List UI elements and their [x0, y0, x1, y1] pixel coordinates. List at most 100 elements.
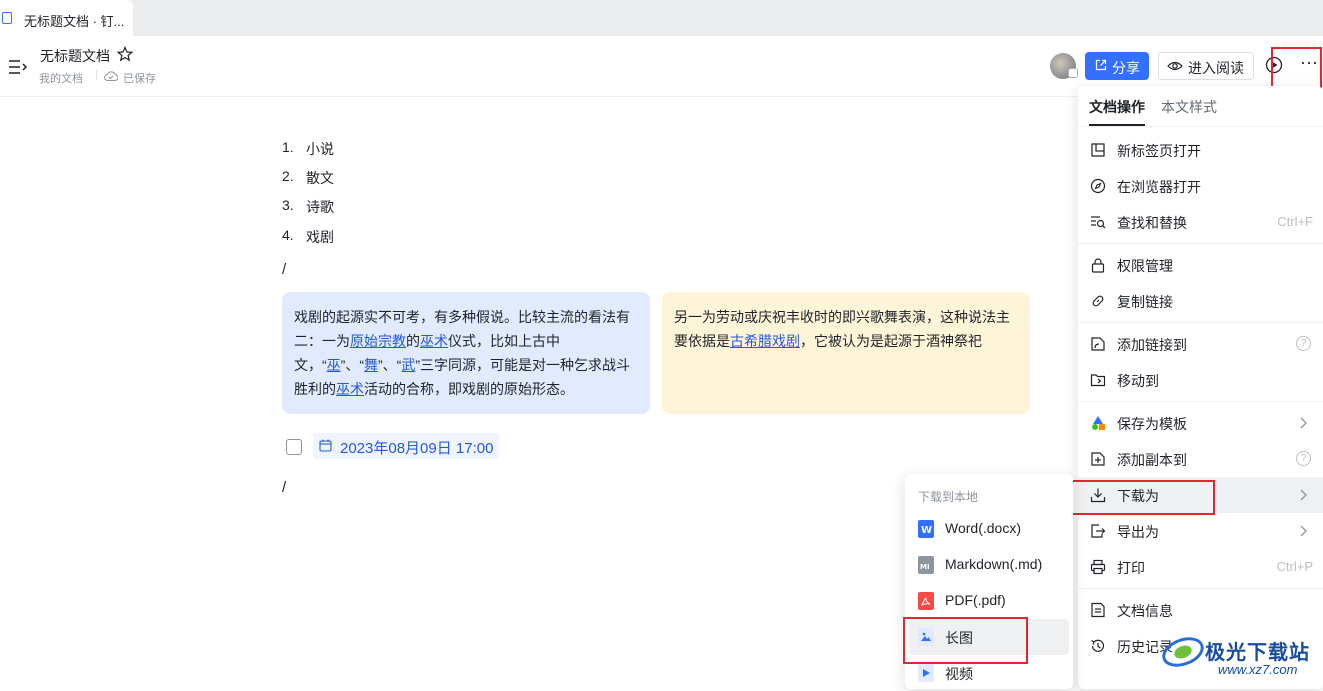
list-number: 1.: [282, 139, 294, 155]
list-number: 4.: [282, 227, 294, 243]
download-option-pdf[interactable]: PDF(.pdf): [905, 583, 1073, 619]
menu-item-add-copy-to[interactable]: 添加副本到 ?: [1078, 441, 1323, 477]
help-icon[interactable]: ?: [1296, 451, 1311, 466]
list-item[interactable]: 散文: [306, 168, 334, 188]
list-item[interactable]: 小说: [306, 139, 334, 159]
menu-item-print[interactable]: 打印 Ctrl+P: [1078, 549, 1323, 585]
menu-item-find-replace[interactable]: 查找和替换 Ctrl+F: [1078, 204, 1323, 240]
document-tab[interactable]: 无标题文档 · 钉...: [0, 0, 133, 36]
link-witchcraft[interactable]: 巫术: [420, 333, 448, 349]
link-icon: [1092, 295, 1104, 307]
lock-icon: [1091, 258, 1105, 273]
menu-item-add-link-to[interactable]: 添加链接到 ?: [1078, 326, 1323, 362]
menu-label: 移动到: [1117, 373, 1159, 389]
watermark-name: 极光下载站: [1205, 642, 1310, 664]
printer-icon: [1090, 559, 1106, 575]
shortcut-hint: Ctrl+F: [1277, 214, 1313, 229]
cloud-saved-icon: [104, 71, 118, 81]
save-status: 已保存: [123, 73, 156, 85]
option-label: PDF(.pdf): [945, 592, 1006, 608]
link-witchcraft-2[interactable]: 巫术: [336, 381, 364, 397]
menu-item-open-in-browser[interactable]: 在浏览器打开: [1078, 168, 1323, 204]
browser-tab-strip: [0, 0, 1323, 36]
menu-label: 保存为模板: [1117, 416, 1187, 432]
menu-label: 权限管理: [1117, 258, 1173, 274]
find-replace-icon: [1091, 216, 1106, 229]
menu-label: 文档信息: [1117, 603, 1173, 619]
menu-label: 添加链接到: [1117, 337, 1187, 353]
eye-icon: [1167, 61, 1183, 71]
todo-checkbox[interactable]: [286, 439, 302, 455]
star-icon[interactable]: [117, 46, 133, 62]
share-label: 分享: [1112, 60, 1140, 76]
tab-document-style[interactable]: 本文样式: [1161, 97, 1217, 117]
slash-command-line[interactable]: /: [282, 261, 286, 278]
template-shapes-icon: [1092, 416, 1105, 430]
link-wu[interactable]: 巫: [327, 357, 341, 373]
shortcut-hint: Ctrl+P: [1276, 559, 1313, 574]
menu-label: 打印: [1117, 560, 1145, 576]
menu-item-new-tab[interactable]: 新标签页打开: [1078, 132, 1323, 168]
callout-text: 活动的合称，即戏剧的原始形态。: [364, 381, 574, 397]
option-label: Markdown(.md): [945, 556, 1043, 572]
callout-text: 的: [406, 333, 420, 349]
link-martial[interactable]: 武: [401, 357, 415, 373]
callout-text: ，它被认为是起源于酒神祭祀: [800, 333, 982, 349]
tab-document-actions[interactable]: 文档操作: [1089, 97, 1145, 117]
option-label: 视频: [945, 666, 973, 682]
chevron-right-icon: [1300, 489, 1307, 501]
callout-block-yellow[interactable]: 另一为劳动或庆祝丰收时的即兴歌舞表演，这种说法主要依据是古希腊戏剧，它被认为是起…: [662, 292, 1030, 414]
download-option-word[interactable]: W Word(.docx): [905, 511, 1073, 547]
date-text: 2023年08月09日 17:00: [340, 440, 494, 457]
menu-item-doc-info[interactable]: 文档信息: [1078, 592, 1323, 628]
list-number: 2.: [282, 168, 294, 184]
watermark-logo-icon: [1162, 637, 1204, 667]
reading-mode-button[interactable]: 进入阅读: [1158, 52, 1254, 80]
menu-item-permissions[interactable]: 权限管理: [1078, 247, 1323, 283]
highlight-box-download: [1065, 480, 1215, 515]
compass-icon: [1090, 178, 1106, 194]
chevron-right-icon: [1300, 417, 1307, 429]
breadcrumb-separator: |: [95, 69, 98, 81]
calendar-icon: [319, 439, 332, 452]
divider: [1078, 401, 1323, 402]
word-file-icon: W: [918, 520, 934, 538]
share-button[interactable]: 分享: [1085, 52, 1149, 80]
menu-label: 在浏览器打开: [1117, 179, 1201, 195]
svg-text:MI: MI: [920, 563, 930, 571]
menu-label: 导出为: [1117, 524, 1159, 540]
menu-label: 查找和替换: [1117, 215, 1187, 231]
download-option-markdown[interactable]: MI Markdown(.md): [905, 547, 1073, 583]
menu-item-save-as-template[interactable]: 保存为模板: [1078, 405, 1323, 441]
breadcrumb[interactable]: 我的文档: [39, 70, 83, 86]
share-icon: [1095, 59, 1107, 71]
date-reminder-chip[interactable]: 2023年08月09日 17:00: [313, 433, 499, 459]
callout-text: ”、“: [378, 357, 402, 373]
callout-block-blue[interactable]: 戏剧的起源实不可考，有多种假说。比较主流的看法有二：一为原始宗教的巫术仪式，比如…: [282, 292, 650, 414]
svg-text:W: W: [921, 525, 932, 536]
markdown-file-icon: MI: [918, 556, 934, 574]
link-greek-drama[interactable]: 古希腊戏剧: [730, 333, 800, 349]
menu-item-export-as[interactable]: 导出为: [1078, 513, 1323, 549]
menu-label: 复制链接: [1117, 294, 1173, 310]
list-item[interactable]: 戏剧: [306, 227, 334, 247]
link-dance[interactable]: 舞: [364, 357, 378, 373]
list-item[interactable]: 诗歌: [306, 197, 334, 217]
history-icon: [1091, 639, 1105, 652]
watermark-url: www.xz7.com: [1218, 662, 1298, 677]
add-shortcut-icon: [1091, 337, 1105, 351]
new-tab-icon: [1091, 143, 1105, 157]
list-number: 3.: [282, 197, 294, 213]
callout-text: ”、“: [340, 357, 364, 373]
help-icon[interactable]: ?: [1296, 336, 1311, 351]
menu-item-move-to[interactable]: 移动到: [1078, 362, 1323, 398]
doc-title[interactable]: 无标题文档: [40, 46, 110, 66]
menu-item-copy-link[interactable]: 复制链接: [1078, 283, 1323, 319]
divider: [1078, 126, 1323, 127]
slash-command-line[interactable]: /: [282, 479, 286, 496]
download-option-video[interactable]: 视频: [905, 655, 1073, 691]
link-primitive-religion[interactable]: 原始宗教: [350, 333, 406, 349]
outline-toggle-icon[interactable]: [8, 58, 28, 76]
divider: [1078, 588, 1323, 589]
reading-mode-label: 进入阅读: [1188, 60, 1244, 76]
